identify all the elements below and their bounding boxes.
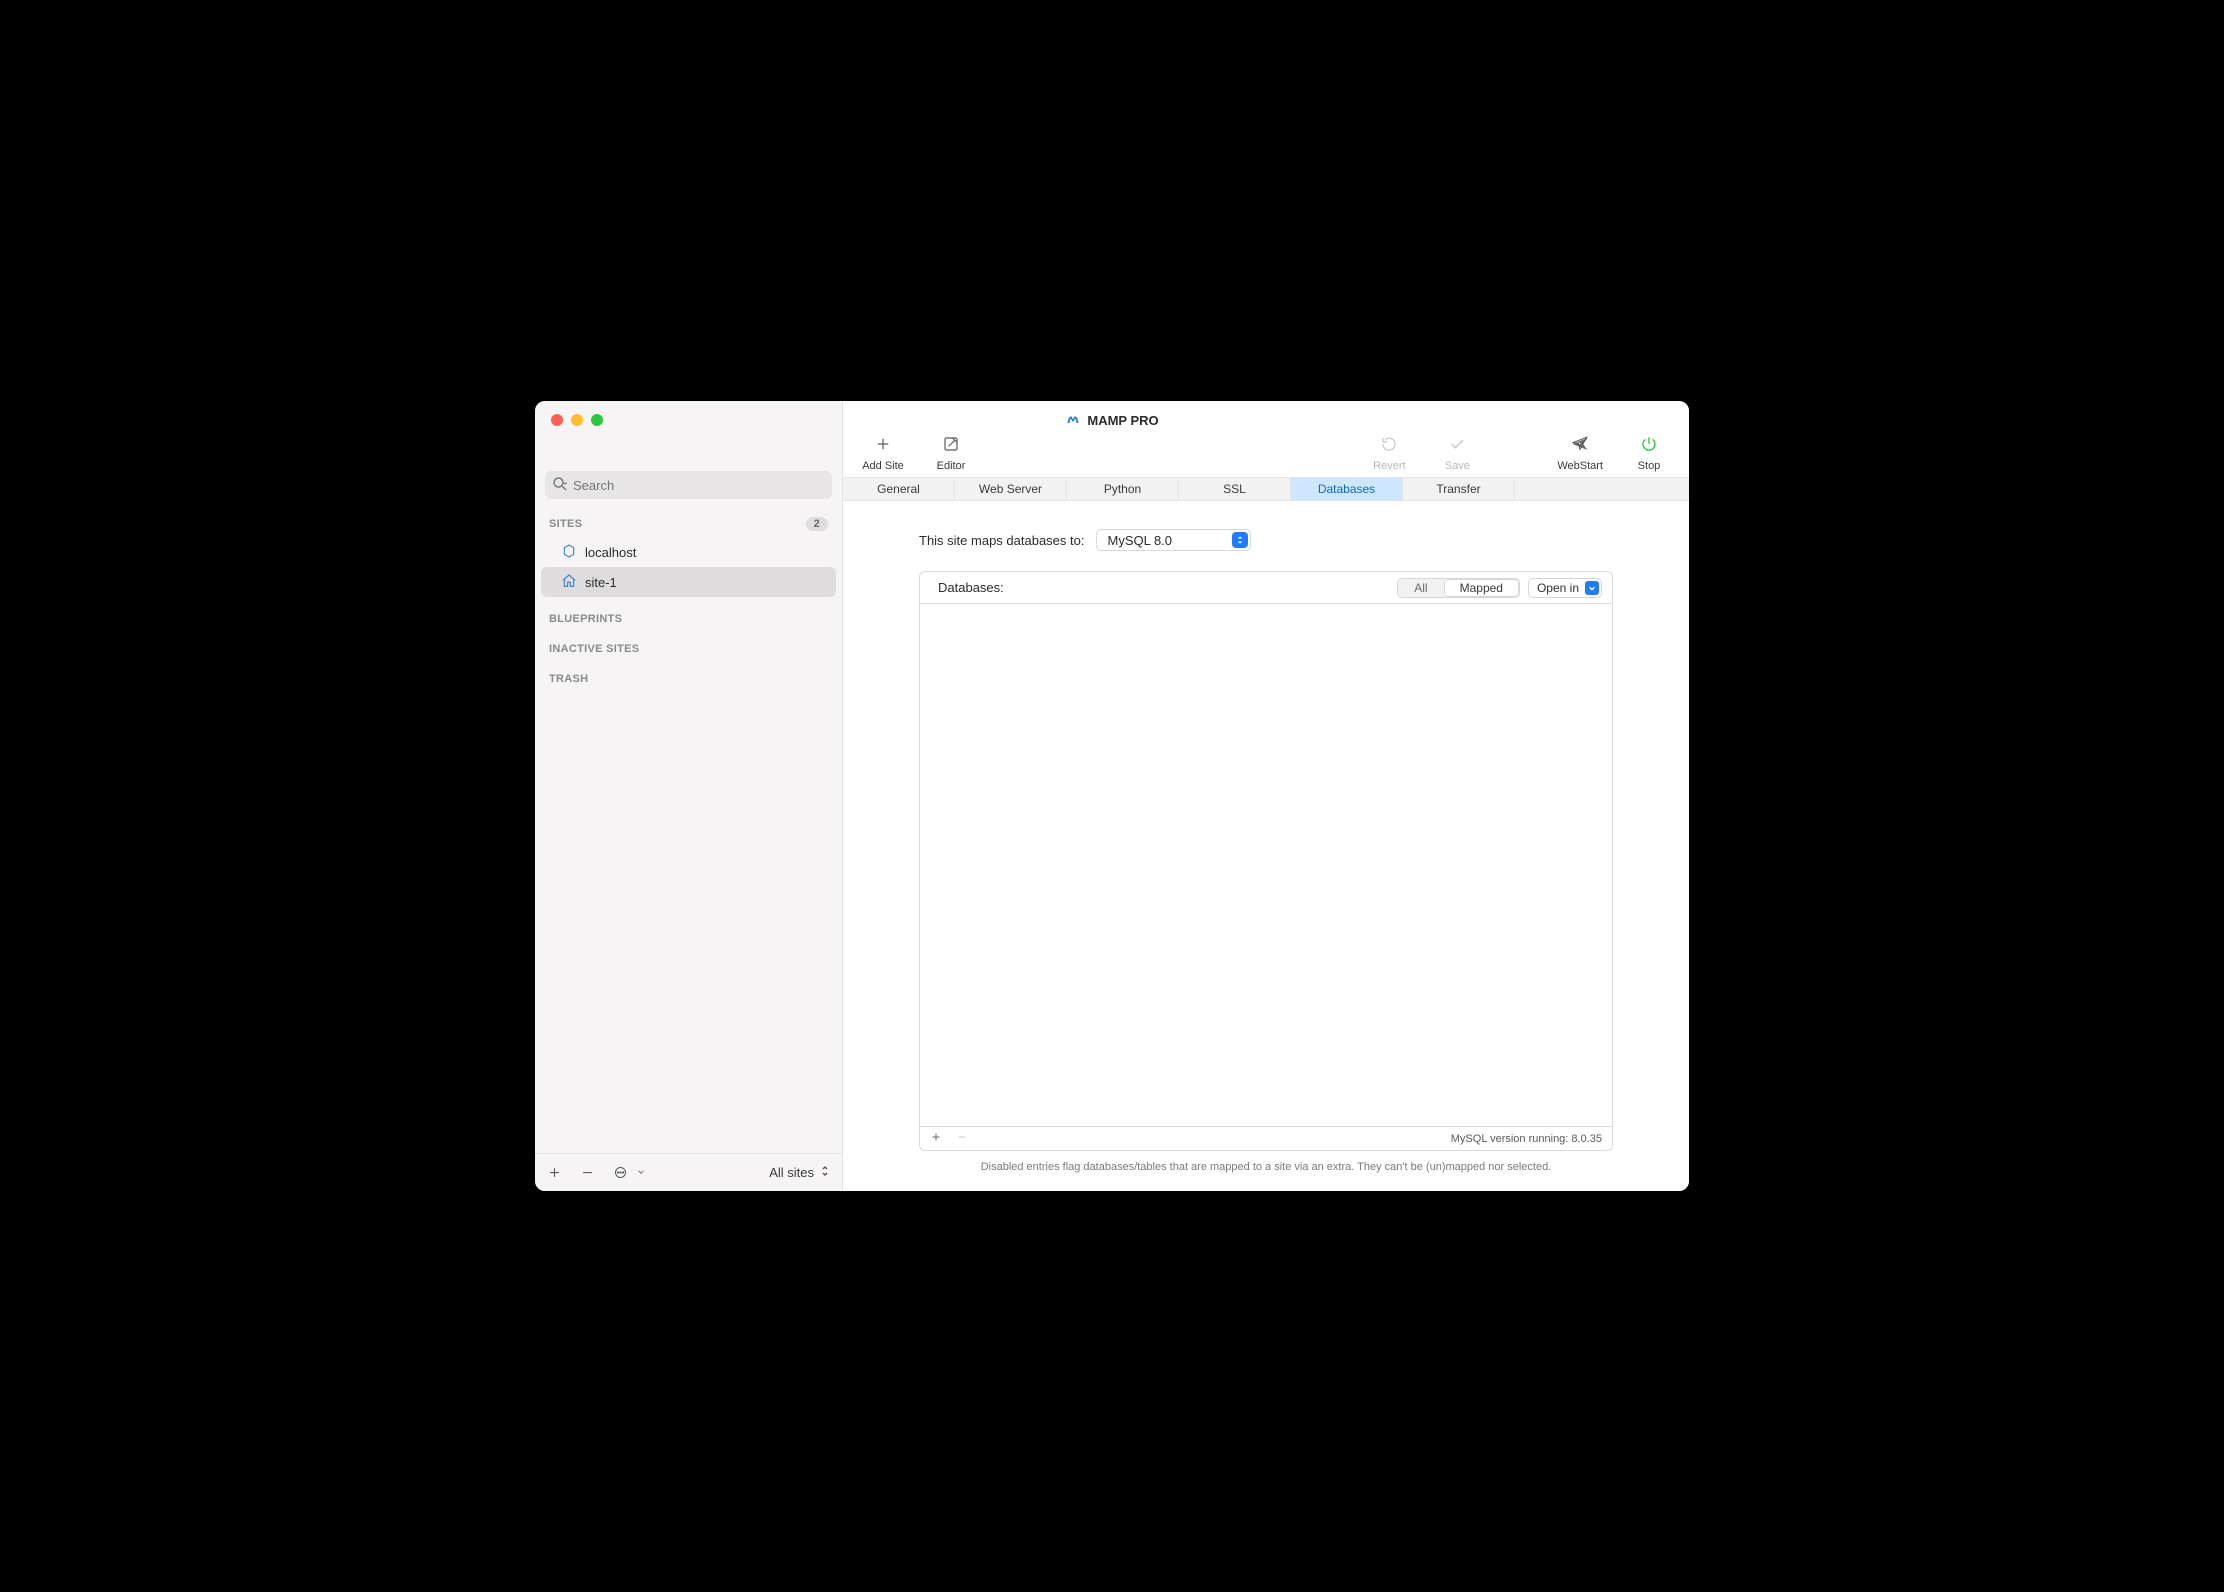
revert-button: Revert — [1367, 435, 1411, 472]
add-site-button[interactable]: Add Site — [861, 435, 905, 472]
database-engine-select[interactable]: MySQL 8.0 — [1096, 529, 1251, 551]
save-button: Save — [1435, 435, 1479, 472]
databases-list[interactable] — [920, 604, 1612, 1126]
select-chevrons-icon — [1232, 532, 1248, 548]
tab-content: This site maps databases to: MySQL 8.0 D… — [843, 501, 1689, 1191]
hint-text: Disabled entries flag databases/tables t… — [919, 1161, 1613, 1173]
tab-general[interactable]: General — [843, 478, 955, 500]
tab-web-server[interactable]: Web Server — [955, 478, 1067, 500]
app-window: MAMP PRO SITES 2 localho — [535, 401, 1689, 1191]
mysql-version-label: MySQL version running: 8.0.35 — [1451, 1133, 1602, 1145]
tab-databases[interactable]: Databases — [1291, 478, 1403, 500]
site-name: localhost — [585, 545, 636, 560]
sidebar-item-site-1[interactable]: site-1 — [541, 567, 836, 597]
remove-button[interactable] — [580, 1165, 595, 1180]
revert-label: Revert — [1373, 460, 1405, 472]
search-field[interactable] — [545, 471, 832, 499]
home-icon — [561, 573, 577, 592]
save-label: Save — [1445, 460, 1470, 472]
webstart-button[interactable]: WebStart — [1557, 435, 1603, 472]
stop-button[interactable]: Stop — [1627, 435, 1671, 472]
databases-panel-footer: MySQL version running: 8.0.35 — [920, 1126, 1612, 1150]
more-options-button[interactable] — [613, 1165, 628, 1180]
sidebar-footer: All sites — [535, 1153, 842, 1191]
close-window-button[interactable] — [551, 414, 563, 426]
sites-label: SITES — [549, 518, 582, 530]
tab-ssl[interactable]: SSL — [1179, 478, 1291, 500]
window-title: MAMP PRO — [535, 411, 1689, 430]
filter-mapped-button[interactable]: Mapped — [1444, 579, 1519, 597]
filter-all-button[interactable]: All — [1398, 579, 1443, 597]
add-button[interactable] — [547, 1165, 562, 1180]
chevron-down-icon — [1585, 581, 1599, 595]
stop-label: Stop — [1638, 460, 1661, 472]
window-title-text: MAMP PRO — [1087, 413, 1158, 428]
select-chevrons-icon — [820, 1164, 830, 1181]
blueprints-label: BLUEPRINTS — [549, 613, 622, 625]
open-in-select[interactable]: Open in — [1528, 578, 1602, 598]
tab-python[interactable]: Python — [1067, 478, 1179, 500]
open-in-label: Open in — [1537, 581, 1579, 595]
traffic-lights — [535, 414, 603, 426]
editor-button[interactable]: Editor — [929, 435, 973, 472]
blueprints-section-header[interactable]: BLUEPRINTS — [535, 607, 842, 631]
inactive-sites-section-header[interactable]: INACTIVE SITES — [535, 637, 842, 661]
tabs: General Web Server Python SSL Databases … — [843, 477, 1689, 501]
hexagon-outline-icon — [561, 543, 577, 562]
chevron-down-icon — [636, 1165, 646, 1180]
titlebar: MAMP PRO — [535, 401, 1689, 439]
remove-database-button — [956, 1131, 968, 1146]
tab-transfer[interactable]: Transfer — [1403, 478, 1515, 500]
editor-label: Editor — [937, 460, 966, 472]
webstart-label: WebStart — [1557, 460, 1603, 472]
database-engine-value: MySQL 8.0 — [1107, 533, 1172, 548]
sidebar-item-localhost[interactable]: localhost — [541, 537, 836, 567]
tab-filler — [1515, 478, 1689, 500]
search-input[interactable] — [573, 478, 826, 493]
database-map-row: This site maps databases to: MySQL 8.0 — [919, 529, 1613, 551]
site-name: site-1 — [585, 575, 617, 590]
filter-segmented-control[interactable]: All Mapped — [1397, 578, 1520, 598]
add-database-button[interactable] — [930, 1131, 942, 1146]
mamp-logo-icon — [1065, 411, 1081, 430]
trash-label: TRASH — [549, 673, 588, 685]
search-icon — [551, 475, 569, 496]
map-label: This site maps databases to: — [919, 533, 1084, 548]
minimize-window-button[interactable] — [571, 414, 583, 426]
databases-panel: Databases: All Mapped Open in — [919, 571, 1613, 1151]
add-site-label: Add Site — [862, 460, 904, 472]
sites-filter-select[interactable]: All sites — [769, 1164, 830, 1181]
trash-section-header[interactable]: TRASH — [535, 667, 842, 691]
maximize-window-button[interactable] — [591, 414, 603, 426]
databases-header-label: Databases: — [938, 580, 1004, 595]
main-panel: Add Site Editor Revert Save — [843, 401, 1689, 1191]
sites-section-header[interactable]: SITES 2 — [535, 511, 842, 537]
sites-filter-label: All sites — [769, 1165, 814, 1180]
sidebar: SITES 2 localhost site-1 BLUEPRINTS INAC… — [535, 401, 843, 1191]
sites-count-badge: 2 — [806, 517, 828, 531]
databases-panel-header: Databases: All Mapped Open in — [920, 572, 1612, 604]
inactive-sites-label: INACTIVE SITES — [549, 643, 639, 655]
